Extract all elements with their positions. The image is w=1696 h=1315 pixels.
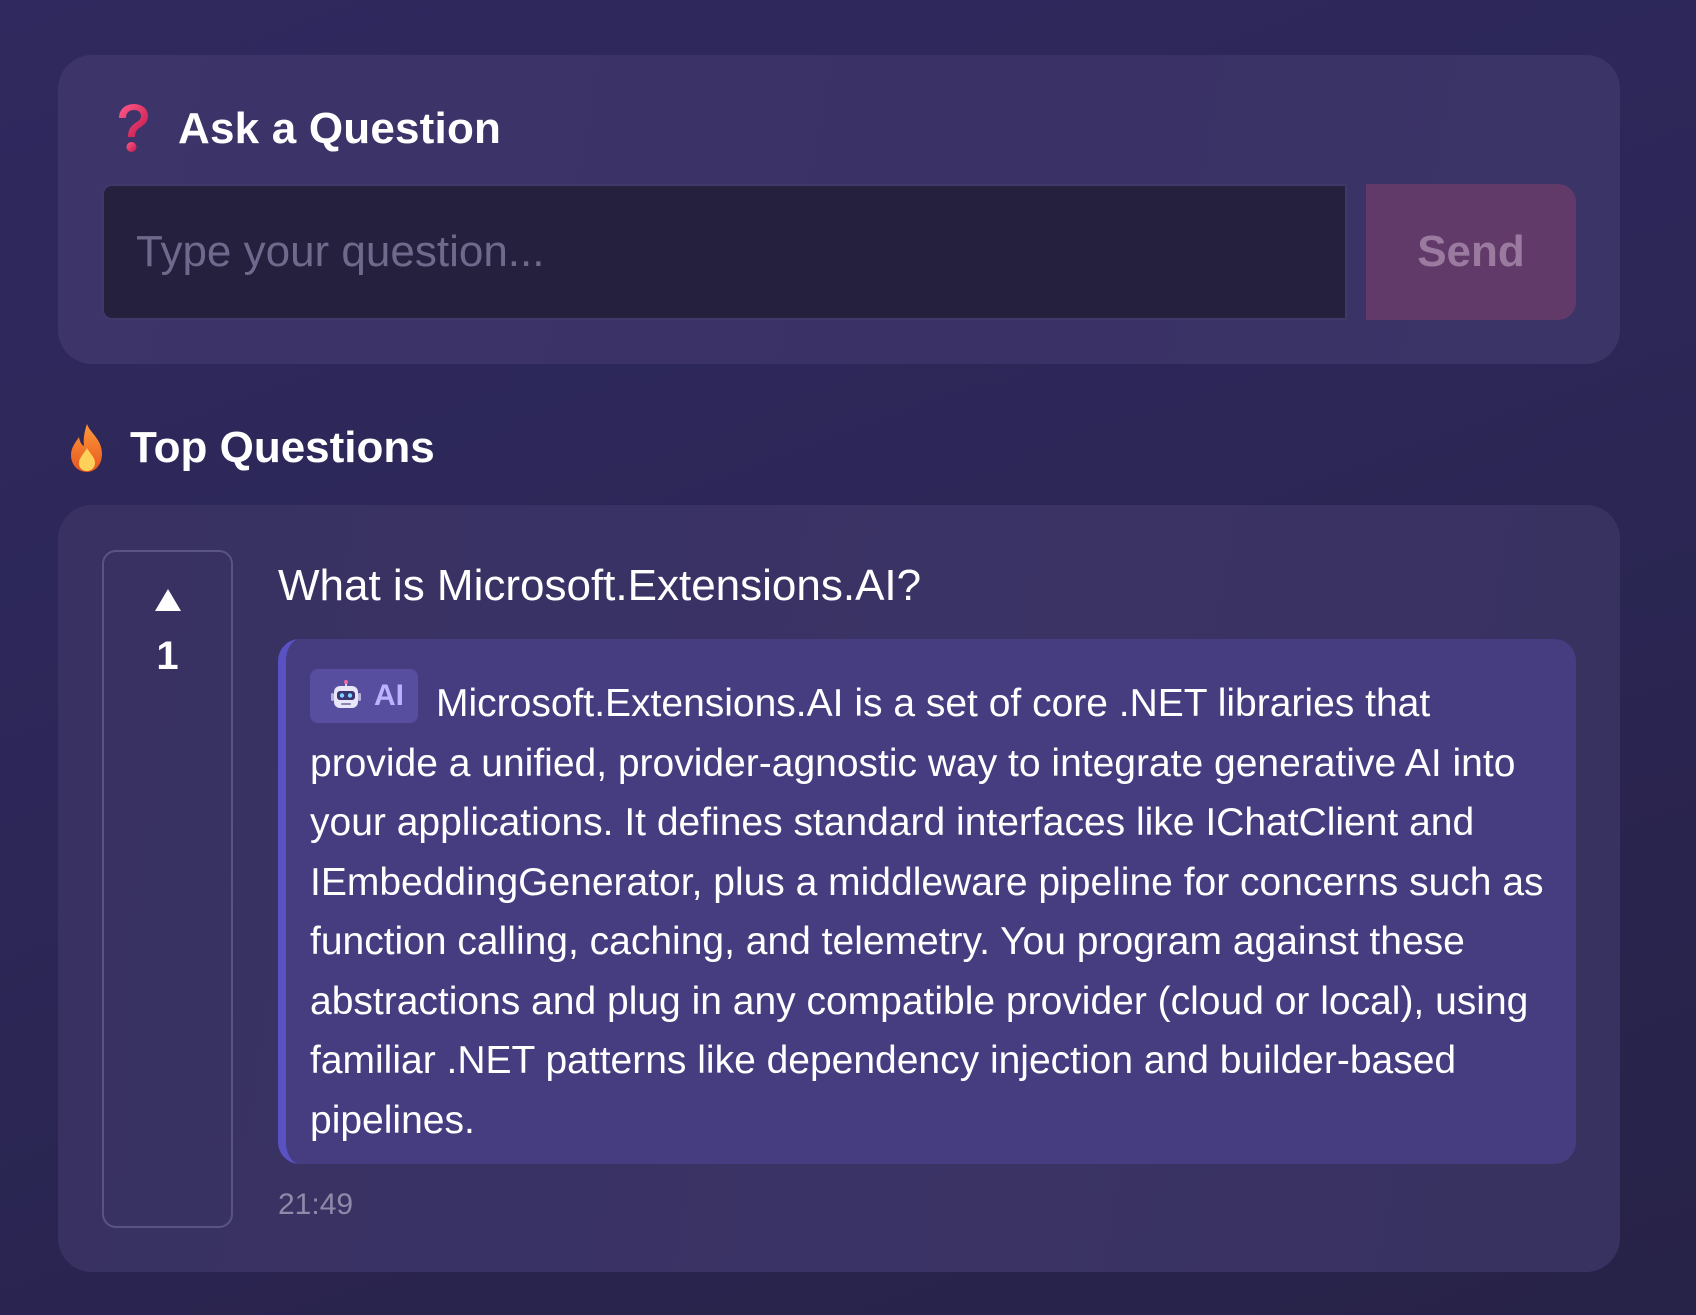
question-card: 1 What is Microsoft.Extensions.AI? AI Mic… (58, 505, 1620, 1272)
question-text: What is Microsoft.Extensions.AI? (278, 561, 922, 610)
top-questions-header: Top Questions (68, 418, 435, 478)
ai-badge-label: AI (374, 679, 404, 713)
answer-text: Microsoft.Extensions.AI is a set of core… (310, 682, 1544, 1142)
ai-answer: AI Microsoft.Extensions.AI is a set of co… (278, 639, 1576, 1164)
answer-paragraph: AI Microsoft.Extensions.AI is a set of co… (310, 669, 1554, 1150)
timestamp: 21:49 (278, 1188, 354, 1221)
upvote-arrow-icon (154, 589, 181, 611)
ask-question-header: Ask a Question (114, 99, 501, 159)
top-questions-title: Top Questions (130, 423, 435, 472)
robot-icon (331, 680, 361, 708)
vote-count: 1 (156, 634, 179, 678)
fire-icon (71, 424, 102, 472)
send-button[interactable]: Send (1366, 184, 1576, 320)
ai-badge: AI (310, 669, 418, 723)
vote-box: 1 (102, 550, 233, 1228)
upvote-button[interactable] (138, 588, 198, 628)
question-input[interactable] (102, 184, 1347, 320)
ask-question-card: Ask a Question Send (58, 55, 1620, 364)
question-mark-icon (119, 104, 148, 152)
ask-question-title: Ask a Question (178, 104, 502, 153)
